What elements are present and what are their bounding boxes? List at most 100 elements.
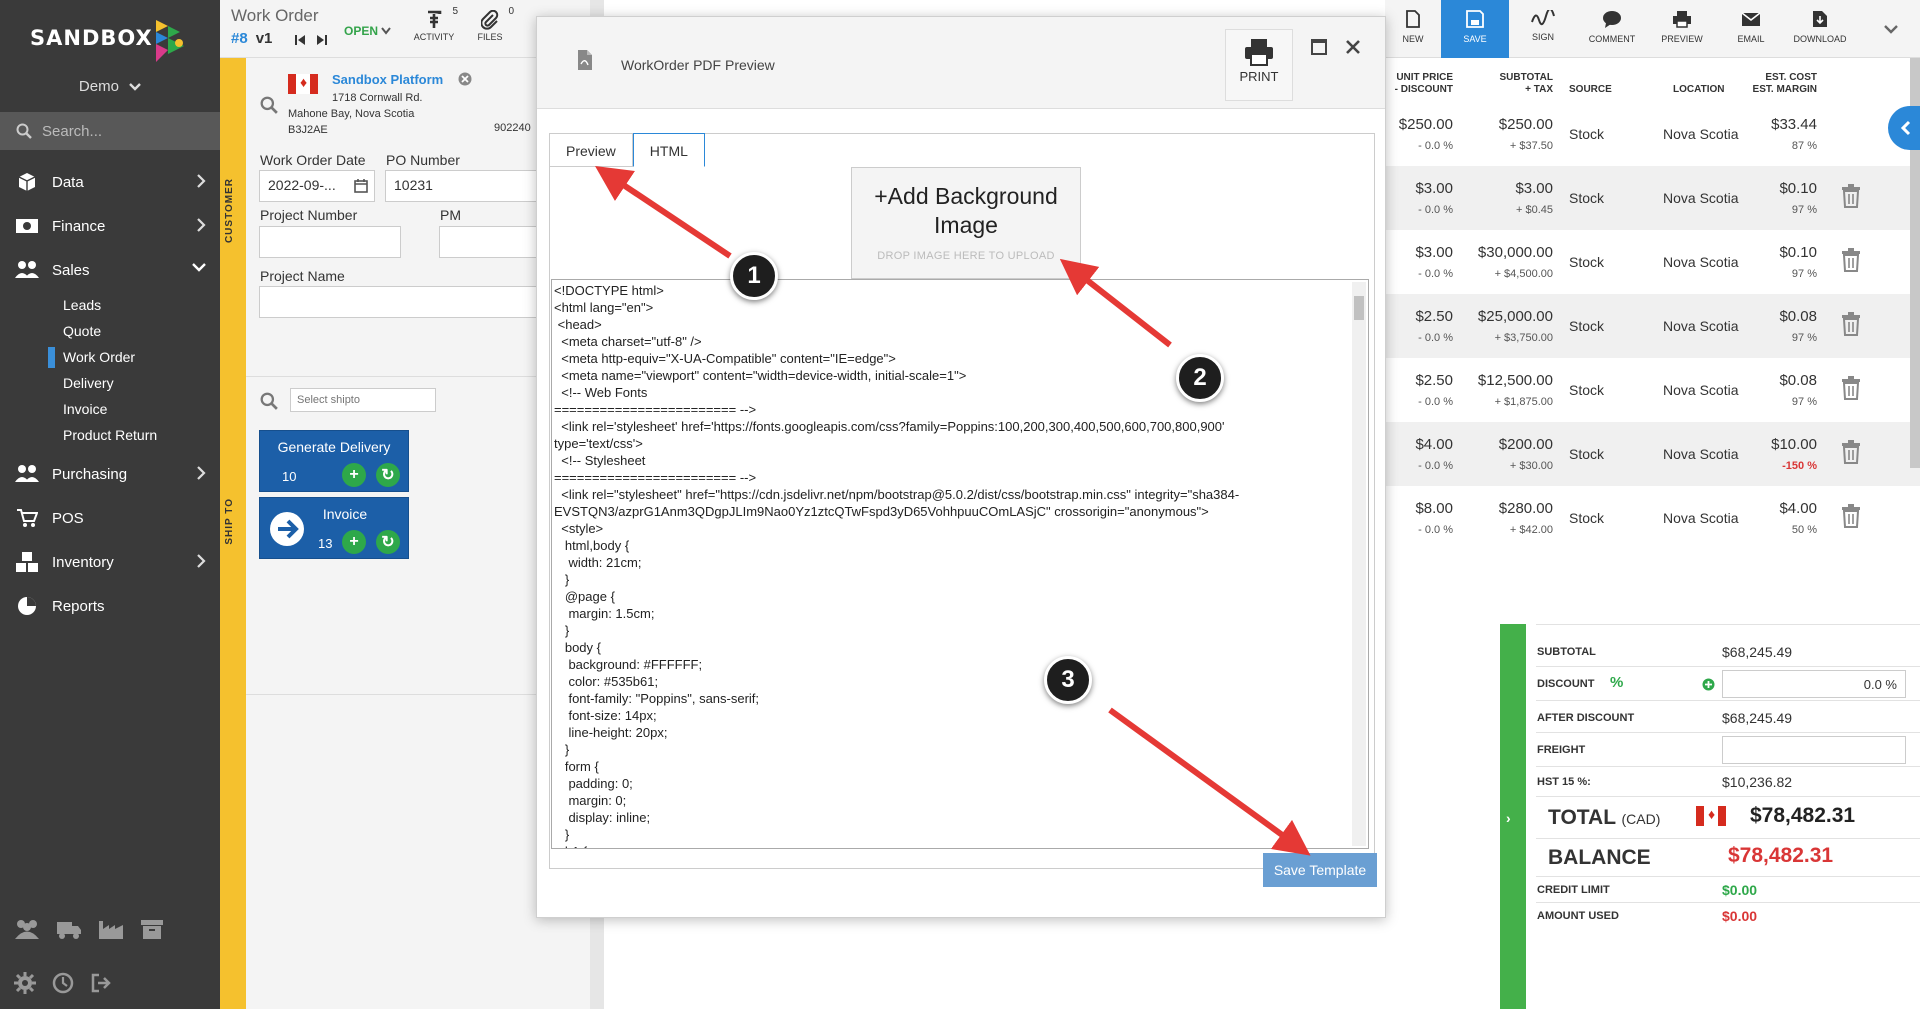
wo-date-field[interactable]: 2022-09-... xyxy=(259,170,375,202)
project-name-field[interactable] xyxy=(259,286,537,318)
search-icon[interactable] xyxy=(260,392,278,410)
sub-item-work-order[interactable]: Work Order xyxy=(0,344,220,370)
generate-delivery-count: 10 xyxy=(282,469,297,484)
comment-button[interactable]: COMMENT xyxy=(1577,0,1647,58)
calendar-icon[interactable] xyxy=(354,179,368,193)
refresh-delivery-icon[interactable]: ↻ xyxy=(376,463,400,487)
users-icon xyxy=(15,261,39,278)
clock-icon[interactable] xyxy=(52,972,74,994)
close-icon[interactable] xyxy=(1345,39,1361,55)
invoice-button[interactable]: Invoice 13 + ↻ xyxy=(259,497,409,559)
truck-icon[interactable] xyxy=(56,918,82,940)
maximize-icon[interactable] xyxy=(1311,39,1327,55)
email-button[interactable]: EMAIL xyxy=(1717,0,1785,58)
preview-label: PREVIEW xyxy=(1661,34,1703,44)
gear-icon[interactable] xyxy=(14,972,36,994)
table-row[interactable]: $3.00 - 0.0 % $30,000.00 + $4,500.00 Stock No… xyxy=(1385,230,1920,294)
table-row[interactable]: $8.00 - 0.0 % $280.00 + $42.00 Stock Nova Sco… xyxy=(1385,486,1920,550)
balance-label: BALANCE xyxy=(1548,846,1651,869)
nav-item-finance[interactable]: Finance xyxy=(0,204,220,248)
table-row[interactable]: $250.00 - 0.0 % $250.00 + $37.50 Stock Nova S… xyxy=(1385,102,1920,166)
trash-icon[interactable] xyxy=(1841,312,1861,336)
nav-item-purchasing[interactable]: Purchasing xyxy=(0,452,220,496)
first-record-icon[interactable] xyxy=(294,34,306,46)
trash-icon[interactable] xyxy=(1841,376,1861,400)
preview-button[interactable]: PREVIEW xyxy=(1647,0,1717,58)
background-image-dropzone[interactable]: +Add Background Image DROP IMAGE HERE TO… xyxy=(851,167,1081,279)
search-icon[interactable] xyxy=(260,96,278,114)
discount-cell: - 0.0 % xyxy=(1418,268,1453,280)
print-button[interactable]: PRINT xyxy=(1225,29,1293,101)
amount-used-value: $0.00 xyxy=(1722,908,1758,924)
tab-preview[interactable]: Preview xyxy=(549,133,633,167)
sub-item-leads[interactable]: Leads xyxy=(0,292,220,318)
nav-label: Data xyxy=(52,173,84,191)
project-number-field[interactable] xyxy=(259,226,401,258)
add-discount-icon[interactable] xyxy=(1702,678,1715,691)
customer-name[interactable]: Sandbox Platform xyxy=(332,72,443,87)
sidebar-search-input[interactable] xyxy=(42,122,212,140)
brand-logo[interactable]: SANDBOX xyxy=(30,16,200,66)
nav-item-pos[interactable]: POS xyxy=(0,496,220,540)
nav-item-inventory[interactable]: Inventory xyxy=(0,540,220,584)
sub-item-invoice[interactable]: Invoice xyxy=(0,396,220,422)
nav-item-reports[interactable]: Reports xyxy=(0,584,220,628)
nav-item-sales[interactable]: Sales xyxy=(0,248,220,292)
shipto-search-input[interactable] xyxy=(290,388,436,412)
subtotal-cell: $25,000.00 xyxy=(1477,308,1553,325)
account-switcher[interactable]: Demo xyxy=(0,78,220,95)
sign-button[interactable]: SIGN xyxy=(1509,0,1577,58)
nav-item-data[interactable]: Data xyxy=(0,160,220,204)
trash-icon[interactable] xyxy=(1841,248,1861,272)
po-number-field[interactable]: 10231 xyxy=(385,170,537,202)
new-button[interactable]: NEW xyxy=(1385,0,1441,58)
archive-icon[interactable] xyxy=(140,918,164,940)
table-row[interactable]: $2.50 - 0.0 % $12,500.00 + $1,875.00 Stock No… xyxy=(1385,358,1920,422)
trash-icon[interactable] xyxy=(1841,504,1861,528)
sub-item-quote[interactable]: Quote xyxy=(0,318,220,344)
status-badge[interactable]: OPEN xyxy=(344,24,392,38)
html-editor[interactable]: <!DOCTYPE html> <html lang="en"> <head> … xyxy=(551,279,1369,849)
table-row[interactable]: $4.00 - 0.0 % $200.00 + $30.00 Stock Nova Sco… xyxy=(1385,422,1920,486)
files-button[interactable]: 0 FILES xyxy=(462,6,518,42)
totals-strip[interactable]: › xyxy=(1500,624,1526,1009)
group-icon[interactable] xyxy=(14,918,40,940)
trash-icon[interactable] xyxy=(1841,440,1861,464)
discount-percent-toggle[interactable]: % xyxy=(1610,674,1623,691)
work-order-number: #8 v1 xyxy=(231,30,272,47)
chevron-down-icon[interactable] xyxy=(1883,24,1899,34)
download-button[interactable]: DOWNLOAD xyxy=(1785,0,1855,58)
save-button[interactable]: SAVE xyxy=(1441,0,1509,58)
source-cell: Stock xyxy=(1569,510,1605,526)
shipto-strip-label: SHIP TO xyxy=(224,498,235,545)
trash-icon[interactable] xyxy=(1841,184,1861,208)
clear-customer-icon[interactable] xyxy=(458,72,472,86)
main-nav: Data Finance Sales Leads Quote Work Orde… xyxy=(0,160,220,628)
last-record-icon[interactable] xyxy=(316,34,328,46)
address-line-2: Mahone Bay, Nova Scotia xyxy=(288,108,415,120)
line-items-table: UNIT PRICE - DISCOUNT SUBTOTAL + TAX SOURC… xyxy=(1385,58,1920,618)
scroll-thumb[interactable] xyxy=(1354,296,1364,320)
step-marker-3: 3 xyxy=(1044,656,1092,704)
sub-item-product-return[interactable]: Product Return xyxy=(0,422,220,448)
editor-scrollbar[interactable] xyxy=(1352,282,1366,846)
table-row[interactable]: $3.00 - 0.0 % $3.00 + $0.45 Stock Nova Scotia… xyxy=(1385,166,1920,230)
discount-input[interactable]: 0.0 % xyxy=(1722,670,1906,698)
pm-field[interactable] xyxy=(439,226,537,258)
generate-delivery-button[interactable]: Generate Delivery 10 + ↻ xyxy=(259,430,409,492)
add-delivery-icon[interactable]: + xyxy=(342,463,366,487)
location-header: LOCATION xyxy=(1673,84,1725,95)
sub-item-delivery[interactable]: Delivery xyxy=(0,370,220,396)
pdf-preview-modal: WorkOrder PDF Preview PRINT Preview HTML… xyxy=(536,16,1386,918)
freight-input[interactable] xyxy=(1722,736,1906,764)
cubes-icon xyxy=(16,552,38,572)
cube-icon xyxy=(18,173,36,191)
table-row[interactable]: $2.50 - 0.0 % $25,000.00 + $3,750.00 Stock No… xyxy=(1385,294,1920,358)
logout-icon[interactable] xyxy=(90,972,112,994)
activity-button[interactable]: 5 ACTIVITY xyxy=(406,6,462,42)
save-template-button[interactable]: Save Template xyxy=(1263,853,1377,887)
refresh-invoice-icon[interactable]: ↻ xyxy=(376,530,400,554)
tab-html[interactable]: HTML xyxy=(632,133,705,167)
add-invoice-icon[interactable]: + xyxy=(342,530,366,554)
factory-icon[interactable] xyxy=(98,918,124,940)
